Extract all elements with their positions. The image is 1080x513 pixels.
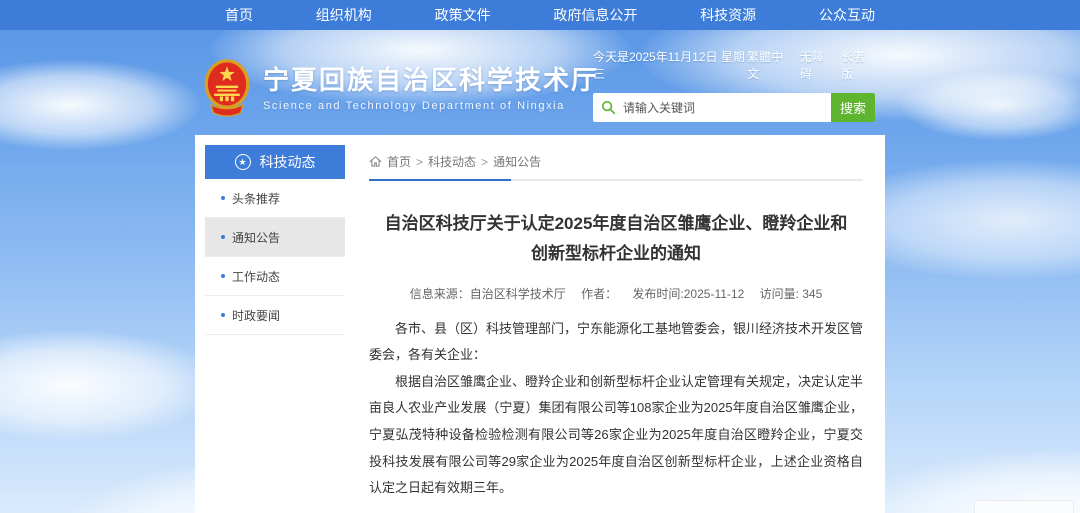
- sidebar-item-label: 通知公告: [232, 229, 280, 246]
- article-paragraph: 根据自治区雏鹰企业、瞪羚企业和创新型标杆企业认定管理有关规定，决定认定半亩良人农…: [369, 369, 863, 502]
- nav-item-home[interactable]: 首页: [225, 0, 253, 30]
- breadcrumb-home[interactable]: 首页: [387, 153, 411, 170]
- meta-publish-time: 发布时间:2025-11-12: [632, 287, 744, 301]
- cloud-decoration: [0, 330, 220, 440]
- article-meta: 信息来源：自治区科学技术厅 作者： 发布时间:2025-11-12 访问量: 3…: [369, 285, 863, 302]
- sidebar-item-work-dynamics[interactable]: 工作动态: [205, 257, 345, 296]
- sidebar-item-notices[interactable]: 通知公告: [205, 218, 345, 257]
- article-area: 首页 > 科技动态 > 通知公告 自治区科技厅关于认定2025年度自治区雏鹰企业…: [345, 145, 885, 513]
- search-input[interactable]: [623, 93, 831, 122]
- sidebar: ★ 科技动态 头条推荐 通知公告 工作动态 时政要闻: [205, 145, 345, 513]
- bullet-dot-icon: [221, 274, 225, 278]
- breadcrumb-separator: >: [481, 155, 488, 169]
- article-paragraph: 各市、县（区）科技管理部门，宁东能源化工基地管委会，银川经济技术开发区管委会，各…: [369, 316, 863, 369]
- search-icon: [593, 93, 623, 122]
- sidebar-item-label: 工作动态: [232, 268, 280, 285]
- top-nav: 首页 组织机构 政策文件 政府信息公开 科技资源 公众互动: [0, 0, 1080, 30]
- nav-item-public-interaction[interactable]: 公众互动: [819, 0, 875, 30]
- breadcrumb-separator: >: [416, 155, 423, 169]
- breadcrumb: 首页 > 科技动态 > 通知公告: [369, 153, 863, 170]
- nav-item-policy-documents[interactable]: 政策文件: [435, 0, 491, 30]
- site-title: 宁夏回族自治区科学技术厅: [263, 64, 599, 97]
- site-brand[interactable]: 宁夏回族自治区科学技术厅 Science and Technology Depa…: [203, 58, 599, 118]
- header-utility-row: 今天是2025年11月12日 星期三 繁體中文 无障碍 长者版: [593, 48, 875, 82]
- top-nav-items: 首页 组织机构 政策文件 政府信息公开 科技资源 公众互动: [225, 0, 875, 30]
- bullet-dot-icon: [221, 196, 225, 200]
- national-emblem-logo: [203, 58, 251, 118]
- sidebar-title: 科技动态: [260, 152, 316, 172]
- utility-links: 繁體中文 无障碍 长者版: [747, 48, 875, 82]
- page: 首页 组织机构 政策文件 政府信息公开 科技资源 公众互动: [0, 0, 1080, 513]
- sky-background: 宁夏回族自治区科学技术厅 Science and Technology Depa…: [0, 30, 1080, 513]
- home-icon: [369, 155, 382, 168]
- site-subtitle: Science and Technology Department of Nin…: [263, 100, 599, 112]
- star-circle-icon: ★: [235, 154, 251, 170]
- breadcrumb-divider-accent: [369, 179, 511, 181]
- current-date: 今天是2025年11月12日 星期三: [593, 48, 747, 82]
- cloud-decoration: [0, 60, 200, 150]
- meta-source: 信息来源：自治区科学技术厅: [410, 287, 566, 301]
- elderly-version-link[interactable]: 长者版: [841, 48, 875, 82]
- search-bar: 搜索: [593, 93, 875, 122]
- breadcrumb-divider: [369, 179, 863, 181]
- site-title-block: 宁夏回族自治区科学技术厅 Science and Technology Depa…: [263, 64, 599, 112]
- sidebar-item-current-politics[interactable]: 时政要闻: [205, 296, 345, 335]
- article-title: 自治区科技厅关于认定2025年度自治区雏鹰企业、瞪羚企业和创新型标杆企业的通知: [381, 209, 851, 269]
- breadcrumb-sci-tech-dynamics[interactable]: 科技动态: [428, 153, 476, 170]
- article-body: 各市、县（区）科技管理部门，宁东能源化工基地管委会，银川经济技术开发区管委会，各…: [369, 316, 863, 502]
- content-panel: ★ 科技动态 头条推荐 通知公告 工作动态 时政要闻: [195, 135, 885, 513]
- sidebar-item-label: 时政要闻: [232, 307, 280, 324]
- floating-widget[interactable]: [974, 500, 1074, 513]
- bullet-dot-icon: [221, 235, 225, 239]
- nav-item-sci-tech-resources[interactable]: 科技资源: [700, 0, 756, 30]
- nav-item-gov-info-disclosure[interactable]: 政府信息公开: [553, 0, 637, 30]
- search-button[interactable]: 搜索: [831, 93, 875, 122]
- meta-views: 访问量: 345: [760, 287, 823, 301]
- header-right: 今天是2025年11月12日 星期三 繁體中文 无障碍 长者版 搜索: [593, 48, 875, 122]
- bullet-dot-icon: [221, 313, 225, 317]
- sidebar-item-headline-recommend[interactable]: 头条推荐: [205, 179, 345, 218]
- accessibility-link[interactable]: 无障碍: [800, 48, 834, 82]
- meta-author: 作者：: [581, 287, 617, 301]
- sidebar-item-label: 头条推荐: [232, 190, 280, 207]
- breadcrumb-notices[interactable]: 通知公告: [493, 153, 541, 170]
- traditional-chinese-link[interactable]: 繁體中文: [747, 48, 792, 82]
- site-header: 宁夏回族自治区科学技术厅 Science and Technology Depa…: [195, 48, 885, 138]
- nav-item-organization[interactable]: 组织机构: [316, 0, 372, 30]
- sidebar-header: ★ 科技动态: [205, 145, 345, 179]
- cloud-decoration: [900, 70, 1080, 140]
